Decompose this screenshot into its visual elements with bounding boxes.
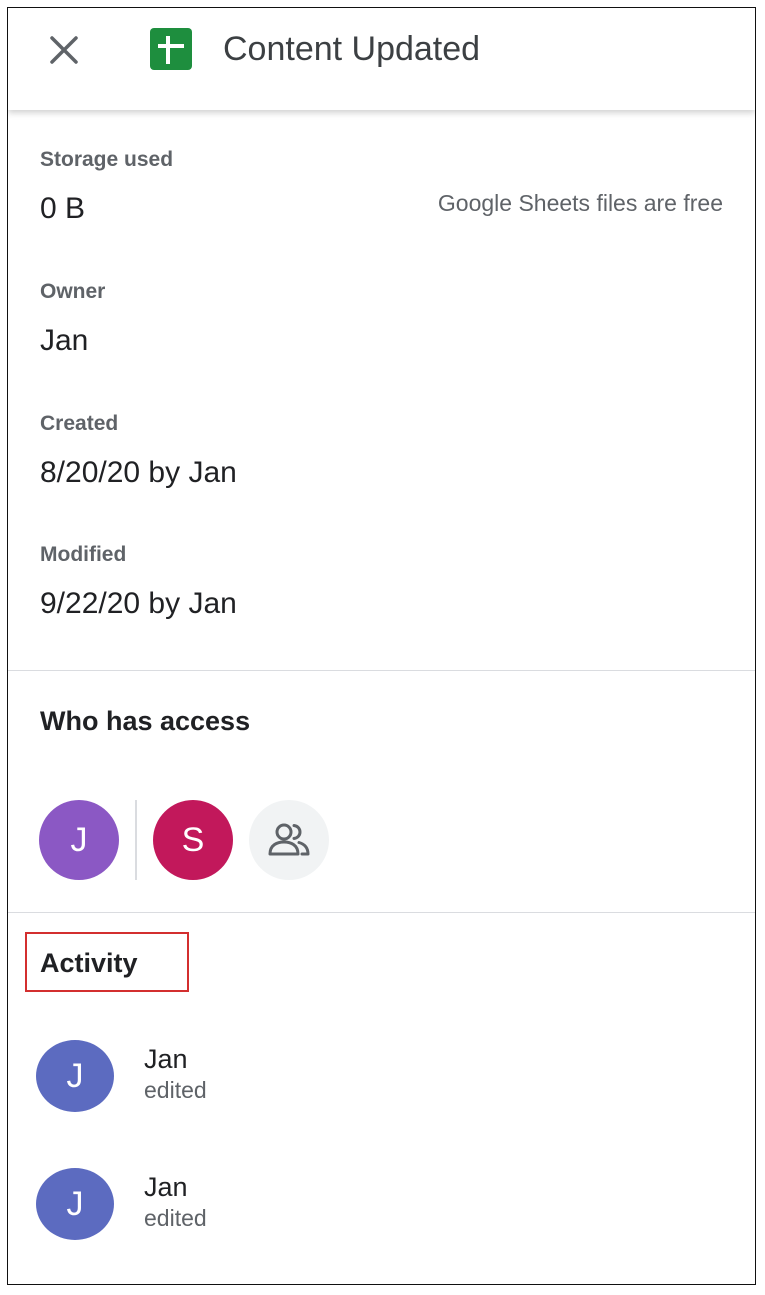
manage-access-button[interactable]: [249, 800, 329, 880]
people-icon: [268, 823, 310, 856]
who-has-access-heading: Who has access: [40, 706, 251, 736]
details-panel: Content Updated Storage used 0 B Google …: [7, 7, 756, 1285]
modified-value: 9/22/20 by Jan: [40, 587, 237, 620]
activity-user-name: Jan: [144, 1172, 188, 1202]
created-value: 8/20/20 by Jan: [40, 456, 237, 489]
modified-section: Modified 9/22/20 by Jan: [40, 542, 237, 624]
shared-user-avatar[interactable]: S: [153, 800, 233, 880]
created-section: Created 8/20/20 by Jan: [40, 411, 237, 493]
activity-heading: Activity: [40, 948, 138, 978]
avatar-initial: J: [66, 1056, 84, 1095]
owner-avatar[interactable]: J: [39, 800, 119, 880]
storage-note: Google Sheets files are free: [437, 190, 723, 216]
activity-item[interactable]: J Jan edited: [8, 1168, 755, 1242]
close-icon: [50, 36, 78, 64]
created-label: Created: [40, 412, 119, 435]
google-sheets-icon: [150, 28, 192, 70]
page-title: Content Updated: [223, 30, 481, 68]
close-button[interactable]: [44, 30, 84, 70]
storage-used-section: Storage used 0 B: [40, 147, 173, 229]
avatar-initial: S: [181, 820, 205, 859]
avatar-initial: J: [70, 820, 88, 859]
activity-user-name: Jan: [144, 1044, 188, 1074]
owner-value: Jan: [40, 324, 89, 357]
activity-action: edited: [144, 1205, 207, 1231]
activity-item[interactable]: J Jan edited: [8, 1040, 755, 1114]
divider: [8, 912, 755, 913]
storage-used-value: 0 B: [40, 192, 86, 225]
modified-label: Modified: [40, 543, 127, 566]
avatar: J: [36, 1040, 114, 1112]
activity-action: edited: [144, 1077, 207, 1103]
storage-used-label: Storage used: [40, 148, 174, 171]
app-bar: Content Updated: [8, 8, 755, 110]
owner-label: Owner: [40, 280, 106, 303]
owner-section: Owner Jan: [40, 279, 105, 361]
avatar-divider: [135, 800, 137, 880]
avatar-initial: J: [66, 1184, 84, 1223]
divider: [8, 670, 755, 671]
avatar: J: [36, 1168, 114, 1240]
